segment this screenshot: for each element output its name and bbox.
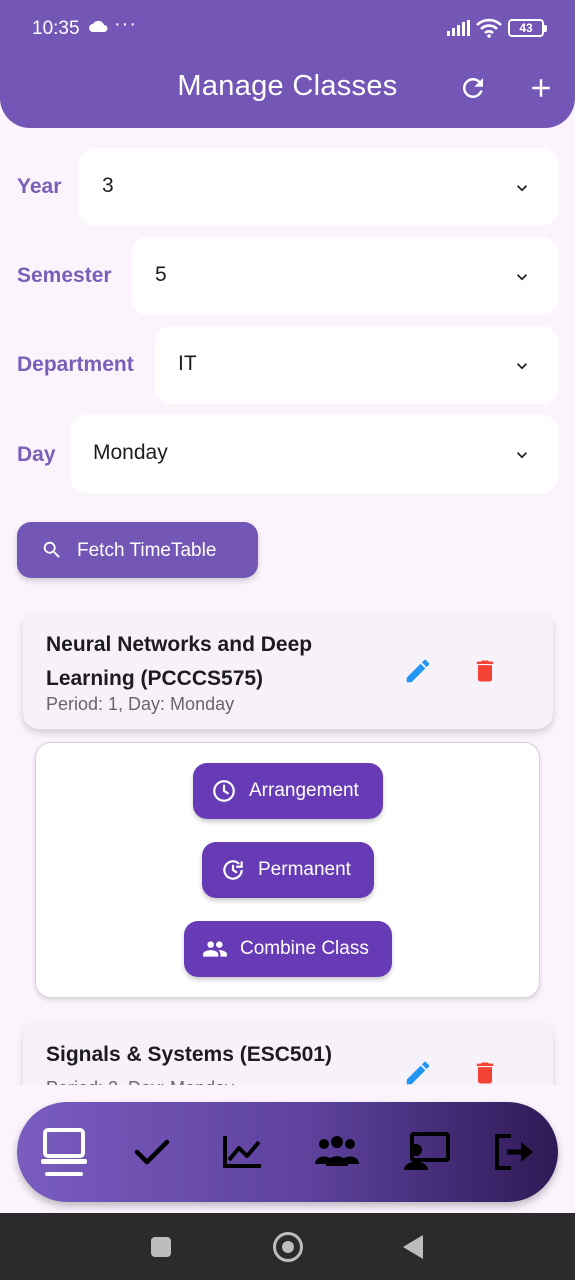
permanent-button[interactable]: Permanent xyxy=(202,842,374,898)
laptop-icon[interactable] xyxy=(39,1126,89,1178)
app-bar: 10:35 ··· 43 Manage Classes xyxy=(0,0,575,128)
refresh-icon[interactable] xyxy=(458,73,488,103)
day-dropdown[interactable]: Monday xyxy=(70,415,558,493)
combine-class-label: Combine Class xyxy=(240,938,369,959)
class-title: Neural Networks and Deep Learning (PCCCS… xyxy=(46,633,313,690)
edit-icon[interactable] xyxy=(403,656,433,686)
day-value: Monday xyxy=(93,441,168,464)
chevron-down-icon xyxy=(517,452,527,459)
page-title: Manage Classes xyxy=(177,70,398,102)
check-icon[interactable] xyxy=(127,1126,177,1178)
chart-icon[interactable] xyxy=(217,1126,267,1178)
day-label: Day xyxy=(17,443,56,466)
recents-button[interactable] xyxy=(151,1237,171,1257)
chevron-down-icon xyxy=(517,363,527,370)
class-subtitle: Period: 1, Day: Monday xyxy=(46,694,235,714)
arrangement-label: Arrangement xyxy=(249,780,359,801)
chevron-down-icon xyxy=(517,274,527,281)
department-label: Department xyxy=(17,353,134,376)
people-icon xyxy=(203,941,227,957)
wifi-icon xyxy=(476,18,502,38)
year-value: 3 xyxy=(102,174,114,197)
signal-icon xyxy=(447,20,470,36)
class-actions-panel: Arrangement Permanent Combine Class xyxy=(35,742,540,998)
semester-dropdown[interactable]: 5 xyxy=(132,237,558,315)
combine-class-button[interactable]: Combine Class xyxy=(184,921,392,977)
delete-icon[interactable] xyxy=(471,1058,499,1088)
bottom-navigation xyxy=(17,1102,558,1202)
screen-share-icon[interactable] xyxy=(402,1126,452,1178)
semester-value: 5 xyxy=(155,263,167,286)
update-icon xyxy=(223,860,243,880)
status-time: 10:35 xyxy=(32,18,80,39)
group-icon[interactable] xyxy=(312,1126,362,1178)
add-icon[interactable] xyxy=(526,73,556,103)
search-icon xyxy=(43,541,60,558)
edit-icon[interactable] xyxy=(403,1058,433,1088)
status-bar: 10:35 ··· 43 xyxy=(0,0,575,58)
class-title: Signals & Systems (ESC501) xyxy=(46,1043,332,1066)
year-label: Year xyxy=(17,175,62,198)
logout-icon[interactable] xyxy=(489,1126,539,1178)
arrangement-button[interactable]: Arrangement xyxy=(193,763,383,819)
department-dropdown[interactable]: IT xyxy=(155,326,558,404)
class-card[interactable]: Neural Networks and Deep Learning (PCCCS… xyxy=(23,612,553,729)
year-dropdown[interactable]: 3 xyxy=(79,148,558,226)
chevron-down-icon xyxy=(517,185,527,192)
cloud-icon xyxy=(89,20,108,32)
delete-icon[interactable] xyxy=(471,656,499,686)
fetch-timetable-button[interactable]: Fetch TimeTable xyxy=(17,522,258,578)
department-value: IT xyxy=(178,352,197,375)
clock-icon xyxy=(213,780,235,802)
battery-indicator: 43 xyxy=(508,19,547,37)
semester-label: Semester xyxy=(17,264,112,287)
back-button[interactable] xyxy=(403,1235,423,1259)
home-button[interactable] xyxy=(273,1232,303,1262)
fetch-timetable-label: Fetch TimeTable xyxy=(77,540,217,561)
permanent-label: Permanent xyxy=(258,859,351,880)
notification-dots: ··· xyxy=(114,13,137,35)
system-navigation-bar xyxy=(0,1213,575,1280)
